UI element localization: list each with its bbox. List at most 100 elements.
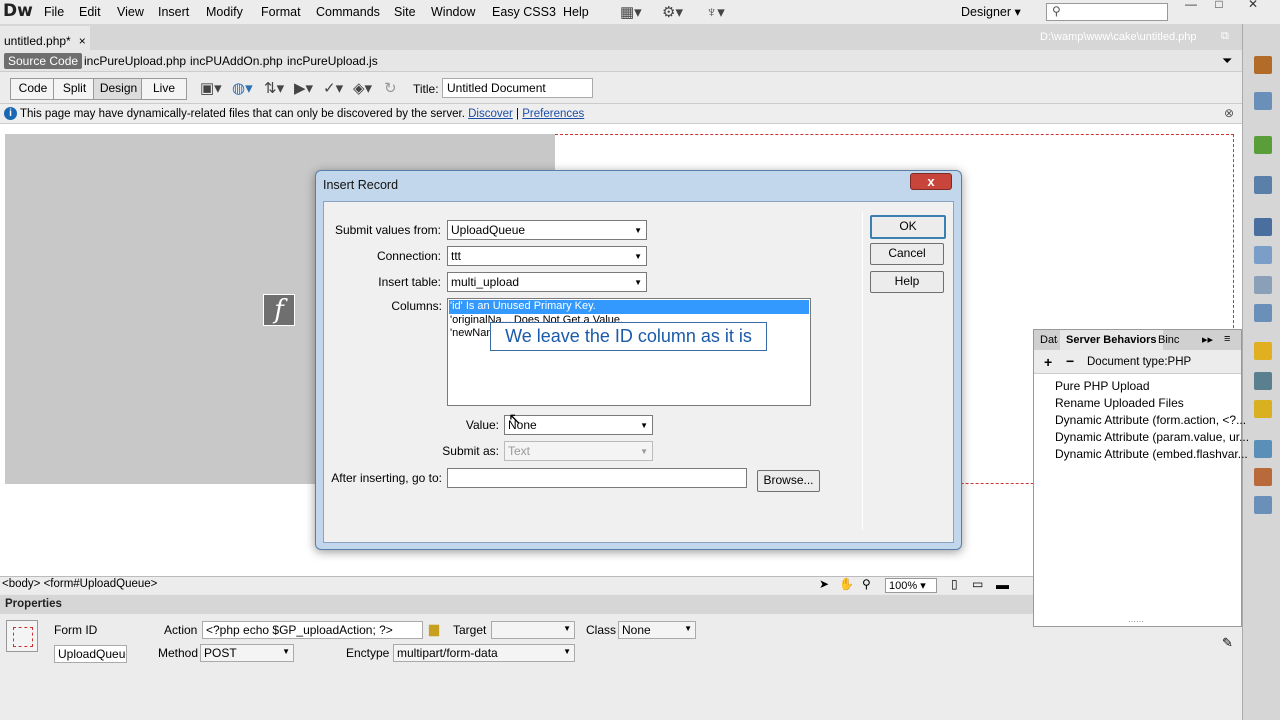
tag-inspector-icon[interactable] [1254,176,1272,194]
multiscreen-icon[interactable]: ▣▾ [200,79,222,97]
tab-close-icon[interactable]: × [79,34,86,48]
add-behavior-button[interactable]: + [1044,354,1052,370]
file-management-icon[interactable]: ⇅▾ [264,79,284,97]
tab-bindings[interactable]: Binc [1158,334,1182,346]
insert-table-select[interactable]: multi_upload ▼ [447,272,647,292]
expand-icon[interactable]: ▸▸ [1202,333,1213,346]
server-behaviors-icon[interactable] [1254,372,1272,390]
css-panel-icon[interactable] [1254,92,1272,110]
behavior-item[interactable]: Pure PHP Upload [1055,379,1150,393]
cancel-button[interactable]: Cancel [870,243,944,265]
check-page-icon[interactable]: ✓▾ [323,79,343,97]
history-panel-icon[interactable] [1254,304,1272,322]
filter-icon[interactable]: ⏷ [1222,53,1232,69]
menu-help[interactable]: Help [563,5,589,19]
menu-format[interactable]: Format [261,5,301,19]
live-view-button[interactable]: Live [141,78,187,100]
close-icon[interactable]: ✕ [1240,0,1266,12]
design-view-button[interactable]: Design [93,78,144,100]
menu-commands[interactable]: Commands [316,5,380,19]
gear-icon[interactable]: ⚙▾ [662,3,683,21]
toolbox-icon[interactable] [1254,468,1272,486]
ap-elements-icon[interactable] [1254,136,1272,154]
snippets-panel-icon[interactable] [1254,276,1272,294]
assets-panel-icon[interactable] [1254,246,1272,264]
action-field[interactable]: <?php echo $GP_uploadAction; ?> [202,621,423,639]
menu-insert[interactable]: Insert [158,5,189,19]
tag-selector[interactable]: <body> <form#UploadQueue> [2,578,157,590]
behavior-item[interactable]: Rename Uploaded Files [1055,396,1184,410]
split-view-button[interactable]: Split [53,78,96,100]
sitemap-icon[interactable] [1254,440,1272,458]
remove-behavior-button[interactable]: − [1066,353,1074,369]
preview-icon[interactable]: ▶▾ [294,79,313,97]
flash-icon[interactable]: f [263,294,295,326]
search-input[interactable]: ⚲ [1046,3,1168,21]
dialog-close-button[interactable]: x [910,173,952,190]
mobile-size-icon[interactable]: ▯ [951,577,958,591]
pointer-tool-icon[interactable]: ➤ [819,577,829,591]
menu-window[interactable]: Window [431,5,475,19]
column-row[interactable]: 'id' Is an Unused Primary Key. [450,300,596,312]
desktop-size-icon[interactable]: ▬ [996,577,1009,592]
value-select[interactable]: None ▼ [504,415,653,435]
discover-link[interactable]: Discover [468,108,513,120]
tab-untitled[interactable]: untitled.php* × [0,26,90,50]
behaviors-panel-icon[interactable] [1254,400,1272,418]
submit-as-select[interactable]: Text ▼ [504,441,653,461]
tablet-size-icon[interactable]: ▭ [972,577,983,591]
menu-modify[interactable]: Modify [206,5,243,19]
ok-button[interactable]: OK [870,215,946,239]
menu-view[interactable]: View [117,5,144,19]
document-path: D:\wamp\www\cake\untitled.php [1040,31,1197,43]
edit-icon[interactable]: ✎ [1222,635,1233,651]
target-select[interactable] [491,621,575,639]
databases-panel-icon[interactable] [1254,342,1272,360]
related-file-1[interactable]: incPureUpload.php [80,53,190,69]
zoom-select[interactable]: 100% ▾ [885,578,937,593]
maximize-icon[interactable]: □ [1206,0,1232,12]
related-file-2[interactable]: incPUAddOn.php [186,53,287,69]
refresh-icon[interactable]: ↻ [384,79,397,97]
related-file-3[interactable]: incPureUpload.js [283,53,382,69]
related-file-source-code[interactable]: Source Code [4,53,83,69]
panel-icon-strip [1242,24,1280,720]
behavior-item[interactable]: Dynamic Attribute (embed.flashvar... [1055,447,1248,461]
workspace-switcher[interactable]: Designer ▾ [961,4,1021,19]
info-close-icon[interactable]: ⊗ [1224,106,1234,120]
panel-menu-icon[interactable]: ≡ [1224,333,1230,345]
minimize-icon[interactable]: — [1178,0,1204,12]
preferences-link[interactable]: Preferences [522,108,584,120]
form-id-field[interactable]: UploadQueue [54,645,127,663]
title-input[interactable]: Untitled Document [442,78,593,98]
menu-edit[interactable]: Edit [79,5,101,19]
browse-button[interactable]: Browse... [757,470,820,492]
submit-values-select[interactable]: UploadQueue ▼ [447,220,647,240]
enctype-select[interactable]: multipart/form-data [393,644,575,662]
code-view-button[interactable]: Code [10,78,56,100]
class-select[interactable]: None [618,621,696,639]
method-select[interactable]: POST [200,644,294,662]
site-icon[interactable]: ♆▾ [706,3,725,21]
zoom-tool-icon[interactable]: ⚲ [862,577,871,591]
visual-aids-icon[interactable]: ◈▾ [353,79,372,97]
help-button[interactable]: Help [870,271,944,293]
resize-grip[interactable]: ⋯⋯ [1128,617,1144,626]
files-panel-icon[interactable] [1254,218,1272,236]
globe-icon[interactable]: ◍▾ [232,79,253,97]
folder-icon[interactable]: ▆ [429,621,439,637]
restore-icon[interactable]: ⧉ [1221,30,1229,43]
menu-easy-css3[interactable]: Easy CSS3 [492,5,556,19]
insert-panel-icon[interactable] [1254,56,1272,74]
after-inserting-field[interactable] [447,468,747,488]
columns-list[interactable]: 'id' Is an Unused Primary Key. 'original… [447,298,811,406]
behavior-item[interactable]: Dynamic Attribute (form.action, <?... [1055,413,1246,427]
results-panel-icon[interactable] [1254,496,1272,514]
hand-tool-icon[interactable]: ✋ [839,577,854,591]
connection-select[interactable]: ttt ▼ [447,246,647,266]
behavior-item[interactable]: Dynamic Attribute (param.value, ur... [1055,430,1249,444]
menu-site[interactable]: Site [394,5,416,19]
tab-data[interactable]: Data [1040,334,1058,346]
menu-file[interactable]: File [44,5,64,19]
layout-icon[interactable]: ▦▾ [620,3,642,21]
